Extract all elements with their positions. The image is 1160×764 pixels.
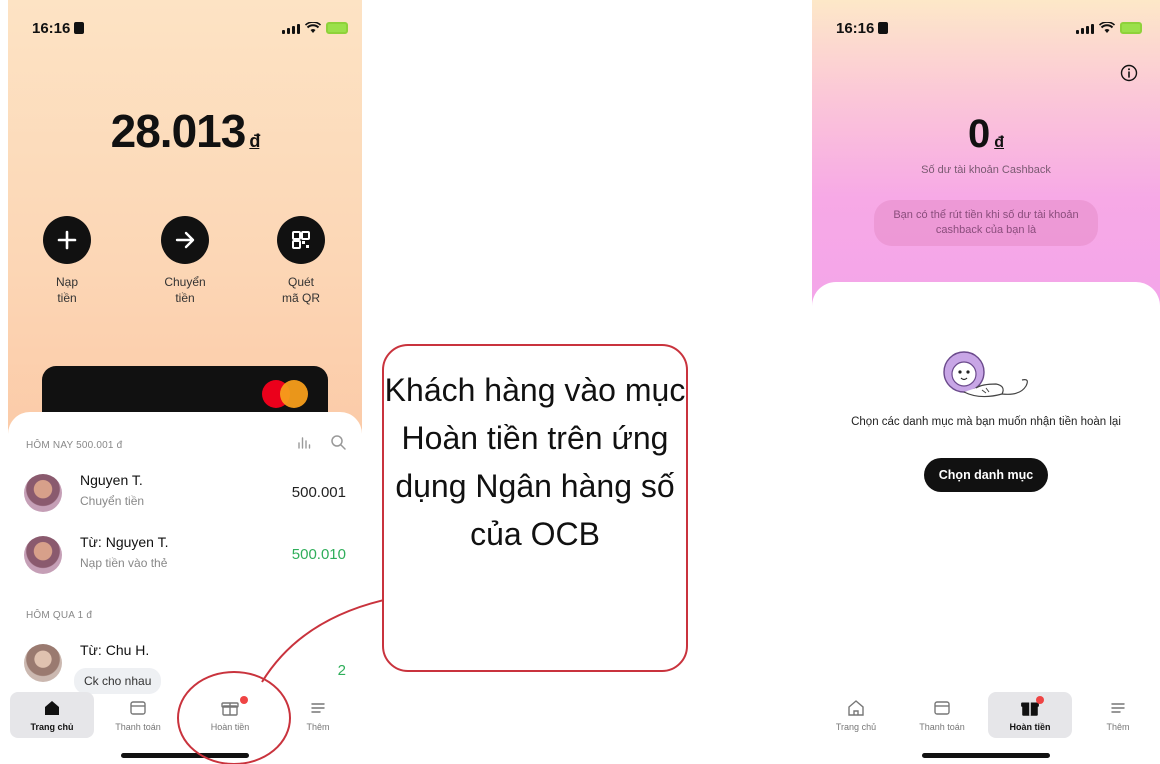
yesterday-header: HÔM QUA 1 đ: [26, 610, 93, 621]
home-icon: [10, 696, 94, 720]
cashback-balance-label: Số dư tài khoản Cashback: [921, 164, 1051, 176]
withdraw-note: Bạn có thể rút tiền khi số dư tài khoản …: [874, 200, 1098, 246]
tab-more[interactable]: Thêm: [1076, 692, 1160, 738]
today-header: HÔM NAY 500.001 đ: [26, 440, 123, 451]
qr-icon: [277, 216, 325, 264]
avatar: [24, 536, 62, 574]
lock-icon: [74, 22, 85, 34]
status-icons: [282, 22, 348, 34]
info-icon[interactable]: [1120, 64, 1138, 82]
callout-text: Khách hàng vào mục Hoàn tiền trên ứng dụ…: [384, 372, 686, 552]
account-balance: 28.013 đ: [110, 105, 261, 157]
choose-category-button[interactable]: Chọn danh mục: [924, 458, 1048, 492]
transaction-row[interactable]: Từ: Chu H. 2: [24, 642, 346, 690]
plus-icon: [43, 216, 91, 264]
search-icon[interactable]: [330, 434, 346, 450]
tab-payment[interactable]: Thanh toán: [900, 692, 984, 738]
avatar: [24, 644, 62, 682]
tab-cashback[interactable]: Hoàn tiền: [188, 692, 272, 738]
notification-dot: [1036, 696, 1044, 704]
transaction-row[interactable]: Từ: Nguyen T. Nạp tiền vào thẻ 500.010: [24, 534, 346, 582]
status-bar: 16:16: [8, 20, 362, 40]
lion-mascot-illustration: [943, 351, 1028, 398]
status-time: 16:16: [32, 20, 85, 37]
stats-icon[interactable]: [296, 434, 312, 450]
cashback-balance: 0đ: [967, 112, 1005, 156]
transaction-row[interactable]: Nguyen T. Chuyển tiền 500.001: [24, 472, 346, 520]
wifi-icon: [1099, 22, 1115, 33]
arrow-right-icon: [161, 216, 209, 264]
status-bar: 16:16: [812, 20, 1160, 40]
tab-more[interactable]: Thêm: [276, 692, 360, 738]
signal-icon: [1076, 24, 1094, 34]
menu-icon: [1076, 696, 1160, 720]
signal-icon: [282, 24, 300, 34]
callout-box: Khách hàng vào mục Hoàn tiền trên ứng dụ…: [382, 344, 688, 672]
menu-icon: [276, 696, 360, 720]
status-time: 16:16: [836, 20, 889, 37]
bottom-tab-bar: Trang chủ Thanh toán Hoàn tiền Thêm: [812, 692, 1160, 742]
bottom-tab-bar: Trang chủ Thanh toán Hoàn tiền Thêm: [8, 692, 362, 742]
tab-payment[interactable]: Thanh toán: [96, 692, 180, 738]
tab-home[interactable]: Trang chủ: [814, 692, 898, 738]
avatar: [24, 474, 62, 512]
battery-icon: [326, 22, 348, 34]
empty-state-text: Chọn các danh mục mà bạn muốn nhận tiền …: [851, 416, 1121, 428]
home-indicator: [922, 753, 1050, 758]
home-indicator: [121, 753, 249, 758]
gift-icon: [988, 696, 1072, 720]
transfer-button[interactable]: Chuyển tiền: [140, 216, 230, 306]
mastercard-logo: [262, 380, 310, 408]
cashback-screen: 16:16 0đ Số dư tài khoản Cashback Bạn có…: [812, 0, 1160, 764]
wifi-icon: [305, 22, 321, 33]
scan-qr-button[interactable]: Quét mã QR: [256, 216, 346, 306]
home-icon: [814, 696, 898, 720]
message-chip: Ck cho nhau: [74, 668, 162, 694]
wallet-icon: [900, 696, 984, 720]
home-screen: 16:16 28.013 đ Nạp tiền Chuyển tiền Quét …: [8, 0, 362, 764]
lock-icon: [878, 22, 889, 34]
wallet-icon: [96, 696, 180, 720]
gift-icon: [188, 696, 272, 720]
notification-dot: [240, 696, 248, 704]
sheet-tools: [296, 434, 346, 450]
status-icons: [1076, 22, 1142, 34]
battery-icon: [1120, 22, 1142, 34]
tab-cashback[interactable]: Hoàn tiền: [988, 692, 1072, 738]
tab-home[interactable]: Trang chủ: [10, 692, 94, 738]
top-up-button[interactable]: Nạp tiền: [22, 216, 112, 306]
